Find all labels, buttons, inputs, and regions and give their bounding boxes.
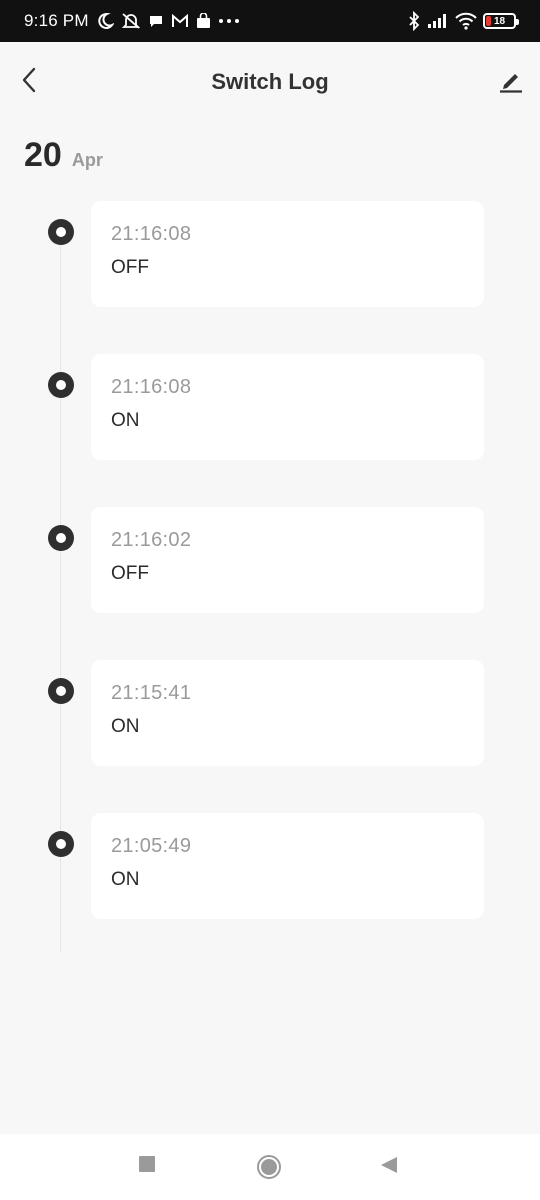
wifi-icon bbox=[455, 12, 477, 30]
chat-bubble-icon bbox=[148, 13, 164, 29]
timeline-dot-icon bbox=[48, 219, 74, 245]
edit-button[interactable] bbox=[496, 64, 526, 100]
timeline-dot-icon bbox=[48, 372, 74, 398]
page-title: Switch Log bbox=[211, 69, 329, 94]
mute-notifications-icon bbox=[121, 12, 141, 30]
log-item: 21:16:08 OFF bbox=[0, 201, 540, 354]
system-back-button[interactable] bbox=[378, 1154, 400, 1181]
log-item: 21:16:02 OFF bbox=[0, 507, 540, 660]
back-icon bbox=[378, 1154, 400, 1181]
log-list: 21:16:08 OFF 21:16:08 ON 21:16:02 OFF 21… bbox=[0, 201, 540, 966]
header: Switch Log bbox=[0, 42, 540, 122]
date-heading: 20 Apr bbox=[24, 136, 103, 175]
recents-icon bbox=[137, 1154, 157, 1179]
log-card[interactable]: 21:16:08 OFF bbox=[91, 201, 484, 307]
log-card[interactable]: 21:15:41 ON bbox=[91, 660, 484, 766]
more-dots-icon bbox=[218, 18, 240, 24]
log-item: 21:15:41 ON bbox=[0, 660, 540, 813]
status-bar: 9:16 PM 18 bbox=[0, 0, 540, 42]
log-card[interactable]: 21:16:02 OFF bbox=[91, 507, 484, 613]
log-state: ON bbox=[111, 716, 140, 737]
log-time: 21:16:02 bbox=[111, 529, 192, 551]
timeline-dot-icon bbox=[48, 678, 74, 704]
log-state: ON bbox=[111, 869, 140, 890]
log-item: 21:05:49 ON bbox=[0, 813, 540, 966]
date-day: 20 bbox=[24, 136, 62, 174]
battery-level: 18 bbox=[493, 15, 506, 27]
back-button[interactable] bbox=[14, 62, 44, 102]
bluetooth-icon bbox=[407, 11, 421, 31]
signal-icon bbox=[427, 13, 449, 29]
log-time: 21:05:49 bbox=[111, 835, 192, 857]
recents-button[interactable] bbox=[137, 1154, 157, 1179]
system-nav-bar bbox=[0, 1134, 540, 1200]
shopping-bag-icon bbox=[196, 13, 211, 29]
status-left: 9:16 PM bbox=[24, 11, 240, 31]
log-time: 21:16:08 bbox=[111, 223, 192, 245]
timeline-dot-icon bbox=[48, 525, 74, 551]
battery-icon: 18 bbox=[483, 13, 519, 29]
gmail-icon bbox=[171, 14, 189, 28]
status-right: 18 bbox=[407, 11, 519, 31]
log-card[interactable]: 21:05:49 ON bbox=[91, 813, 484, 919]
log-time: 21:16:08 bbox=[111, 376, 192, 398]
battery-fill bbox=[486, 16, 492, 26]
log-state: ON bbox=[111, 410, 140, 431]
home-button[interactable] bbox=[256, 1154, 282, 1185]
timeline-dot-icon bbox=[48, 831, 74, 857]
moon-icon bbox=[96, 12, 114, 30]
log-time: 21:15:41 bbox=[111, 682, 192, 704]
pencil-icon bbox=[498, 67, 524, 98]
home-icon bbox=[256, 1154, 282, 1185]
log-state: OFF bbox=[111, 257, 149, 278]
date-month: Apr bbox=[71, 150, 103, 170]
log-item: 21:16:08 ON bbox=[0, 354, 540, 507]
status-time: 9:16 PM bbox=[24, 11, 89, 30]
log-state: OFF bbox=[111, 563, 149, 584]
chevron-left-icon bbox=[21, 67, 37, 98]
log-card[interactable]: 21:16:08 ON bbox=[91, 354, 484, 460]
